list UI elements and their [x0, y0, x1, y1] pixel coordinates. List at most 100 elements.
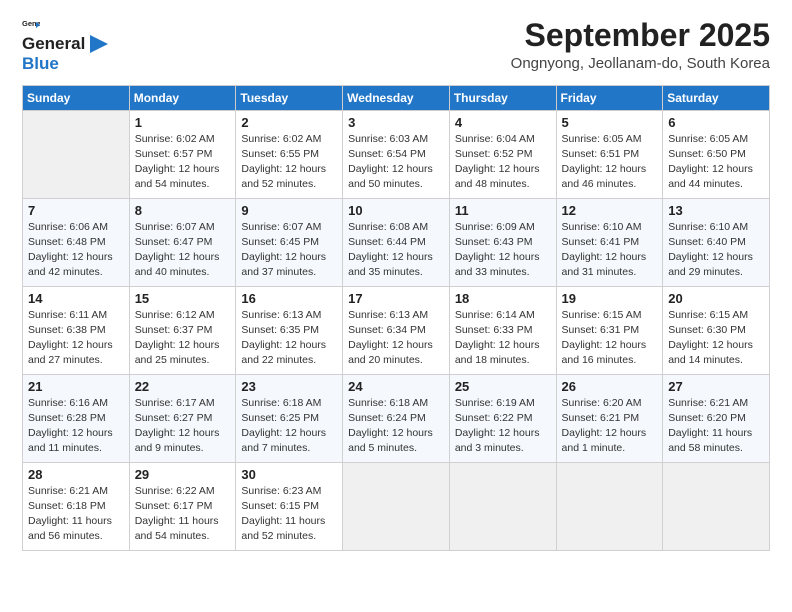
weekday-header: Monday	[129, 85, 236, 110]
day-detail: Sunrise: 6:04 AMSunset: 6:52 PMDaylight:…	[455, 132, 551, 193]
day-number: 30	[241, 467, 337, 482]
day-detail: Sunrise: 6:18 AMSunset: 6:25 PMDaylight:…	[241, 396, 337, 457]
title-block: September 2025 Ongnyong, Jeollanam-do, S…	[511, 18, 770, 72]
day-detail: Sunrise: 6:06 AMSunset: 6:48 PMDaylight:…	[28, 220, 124, 281]
day-number: 23	[241, 379, 337, 394]
day-number: 22	[135, 379, 231, 394]
day-detail: Sunrise: 6:21 AMSunset: 6:20 PMDaylight:…	[668, 396, 764, 457]
day-detail: Sunrise: 6:13 AMSunset: 6:35 PMDaylight:…	[241, 308, 337, 369]
page: General General Blue September 2025 Ongn…	[0, 0, 792, 612]
day-detail: Sunrise: 6:16 AMSunset: 6:28 PMDaylight:…	[28, 396, 124, 457]
day-number: 7	[28, 203, 124, 218]
day-detail: Sunrise: 6:07 AMSunset: 6:47 PMDaylight:…	[135, 220, 231, 281]
calendar-cell: 12 Sunrise: 6:10 AMSunset: 6:41 PMDayligh…	[556, 198, 663, 286]
day-detail: Sunrise: 6:21 AMSunset: 6:18 PMDaylight:…	[28, 484, 124, 545]
calendar-cell: 11 Sunrise: 6:09 AMSunset: 6:43 PMDayligh…	[449, 198, 556, 286]
calendar-cell: 10Sunrise: 6:08 AMSunset: 6:44 PMDayligh…	[343, 198, 450, 286]
day-number: 20	[668, 291, 764, 306]
logo-triangle-icon	[86, 35, 108, 53]
logo: General General Blue	[22, 18, 108, 75]
weekday-header: Saturday	[663, 85, 770, 110]
calendar-cell: 19Sunrise: 6:15 AMSunset: 6:31 PMDayligh…	[556, 286, 663, 374]
calendar-cell: 15Sunrise: 6:12 AMSunset: 6:37 PMDayligh…	[129, 286, 236, 374]
calendar-table: SundayMondayTuesdayWednesdayThursdayFrid…	[22, 85, 770, 551]
day-detail: Sunrise: 6:17 AMSunset: 6:27 PMDaylight:…	[135, 396, 231, 457]
calendar-cell: 16 Sunrise: 6:13 AMSunset: 6:35 PMDayligh…	[236, 286, 343, 374]
day-detail: Sunrise: 6:20 AMSunset: 6:21 PMDaylight:…	[562, 396, 658, 457]
calendar-cell: 20Sunrise: 6:15 AMSunset: 6:30 PMDayligh…	[663, 286, 770, 374]
day-number: 4	[455, 115, 551, 130]
calendar-cell: 30 Sunrise: 6:23 AMSunset: 6:15 PMDayligh…	[236, 462, 343, 550]
day-detail: Sunrise: 6:14 AMSunset: 6:33 PMDaylight:…	[455, 308, 551, 369]
calendar-cell: 17 Sunrise: 6:13 AMSunset: 6:34 PMDayligh…	[343, 286, 450, 374]
day-detail: Sunrise: 6:02 AMSunset: 6:57 PMDaylight:…	[135, 132, 231, 193]
calendar-cell: 7 Sunrise: 6:06 AMSunset: 6:48 PMDaylight…	[23, 198, 130, 286]
logo-blue: Blue	[22, 54, 59, 73]
weekday-header: Friday	[556, 85, 663, 110]
calendar-cell	[449, 462, 556, 550]
day-number: 14	[28, 291, 124, 306]
calendar-cell: 13 Sunrise: 6:10 AMSunset: 6:40 PMDayligh…	[663, 198, 770, 286]
day-detail: Sunrise: 6:18 AMSunset: 6:24 PMDaylight:…	[348, 396, 444, 457]
calendar-cell: 3 Sunrise: 6:03 AMSunset: 6:54 PMDaylight…	[343, 110, 450, 198]
day-detail: Sunrise: 6:03 AMSunset: 6:54 PMDaylight:…	[348, 132, 444, 193]
day-detail: Sunrise: 6:10 AMSunset: 6:40 PMDaylight:…	[668, 220, 764, 281]
day-number: 21	[28, 379, 124, 394]
weekday-header: Tuesday	[236, 85, 343, 110]
calendar-subtitle: Ongnyong, Jeollanam-do, South Korea	[511, 55, 770, 72]
day-detail: Sunrise: 6:05 AMSunset: 6:50 PMDaylight:…	[668, 132, 764, 193]
calendar-cell: 23 Sunrise: 6:18 AMSunset: 6:25 PMDayligh…	[236, 374, 343, 462]
day-detail: Sunrise: 6:10 AMSunset: 6:41 PMDaylight:…	[562, 220, 658, 281]
calendar-cell: 14Sunrise: 6:11 AMSunset: 6:38 PMDayligh…	[23, 286, 130, 374]
day-number: 25	[455, 379, 551, 394]
calendar-week-row: 28Sunrise: 6:21 AMSunset: 6:18 PMDayligh…	[23, 462, 770, 550]
day-detail: Sunrise: 6:13 AMSunset: 6:34 PMDaylight:…	[348, 308, 444, 369]
day-detail: Sunrise: 6:12 AMSunset: 6:37 PMDaylight:…	[135, 308, 231, 369]
calendar-cell: 26Sunrise: 6:20 AMSunset: 6:21 PMDayligh…	[556, 374, 663, 462]
day-number: 9	[241, 203, 337, 218]
day-number: 3	[348, 115, 444, 130]
day-detail: Sunrise: 6:08 AMSunset: 6:44 PMDaylight:…	[348, 220, 444, 281]
calendar-cell: 21 Sunrise: 6:16 AMSunset: 6:28 PMDayligh…	[23, 374, 130, 462]
weekday-header: Wednesday	[343, 85, 450, 110]
day-number: 2	[241, 115, 337, 130]
calendar-cell: 28Sunrise: 6:21 AMSunset: 6:18 PMDayligh…	[23, 462, 130, 550]
weekday-header: Thursday	[449, 85, 556, 110]
day-detail: Sunrise: 6:23 AMSunset: 6:15 PMDaylight:…	[241, 484, 337, 545]
day-number: 8	[135, 203, 231, 218]
day-detail: Sunrise: 6:15 AMSunset: 6:31 PMDaylight:…	[562, 308, 658, 369]
day-detail: Sunrise: 6:09 AMSunset: 6:43 PMDaylight:…	[455, 220, 551, 281]
calendar-cell: 8 Sunrise: 6:07 AMSunset: 6:47 PMDaylight…	[129, 198, 236, 286]
day-detail: Sunrise: 6:19 AMSunset: 6:22 PMDaylight:…	[455, 396, 551, 457]
header: General General Blue September 2025 Ongn…	[22, 18, 770, 75]
calendar-cell: 24 Sunrise: 6:18 AMSunset: 6:24 PMDayligh…	[343, 374, 450, 462]
weekday-header: Sunday	[23, 85, 130, 110]
calendar-cell: 5 Sunrise: 6:05 AMSunset: 6:51 PMDaylight…	[556, 110, 663, 198]
calendar-week-row: 14Sunrise: 6:11 AMSunset: 6:38 PMDayligh…	[23, 286, 770, 374]
calendar-week-row: 1 Sunrise: 6:02 AMSunset: 6:57 PMDaylight…	[23, 110, 770, 198]
day-number: 16	[241, 291, 337, 306]
day-detail: Sunrise: 6:05 AMSunset: 6:51 PMDaylight:…	[562, 132, 658, 193]
calendar-cell	[663, 462, 770, 550]
calendar-title: September 2025	[511, 18, 770, 53]
calendar-cell: 18Sunrise: 6:14 AMSunset: 6:33 PMDayligh…	[449, 286, 556, 374]
day-number: 24	[348, 379, 444, 394]
day-number: 11	[455, 203, 551, 218]
day-detail: Sunrise: 6:22 AMSunset: 6:17 PMDaylight:…	[135, 484, 231, 545]
day-number: 29	[135, 467, 231, 482]
day-number: 12	[562, 203, 658, 218]
day-number: 5	[562, 115, 658, 130]
calendar-cell	[23, 110, 130, 198]
calendar-header-row: SundayMondayTuesdayWednesdayThursdayFrid…	[23, 85, 770, 110]
day-number: 17	[348, 291, 444, 306]
day-number: 27	[668, 379, 764, 394]
calendar-cell	[556, 462, 663, 550]
logo-general: General	[22, 34, 85, 54]
day-detail: Sunrise: 6:02 AMSunset: 6:55 PMDaylight:…	[241, 132, 337, 193]
day-number: 13	[668, 203, 764, 218]
calendar-week-row: 21 Sunrise: 6:16 AMSunset: 6:28 PMDayligh…	[23, 374, 770, 462]
calendar-cell	[343, 462, 450, 550]
calendar-cell: 29 Sunrise: 6:22 AMSunset: 6:17 PMDayligh…	[129, 462, 236, 550]
day-number: 1	[135, 115, 231, 130]
calendar-cell: 27 Sunrise: 6:21 AMSunset: 6:20 PMDayligh…	[663, 374, 770, 462]
